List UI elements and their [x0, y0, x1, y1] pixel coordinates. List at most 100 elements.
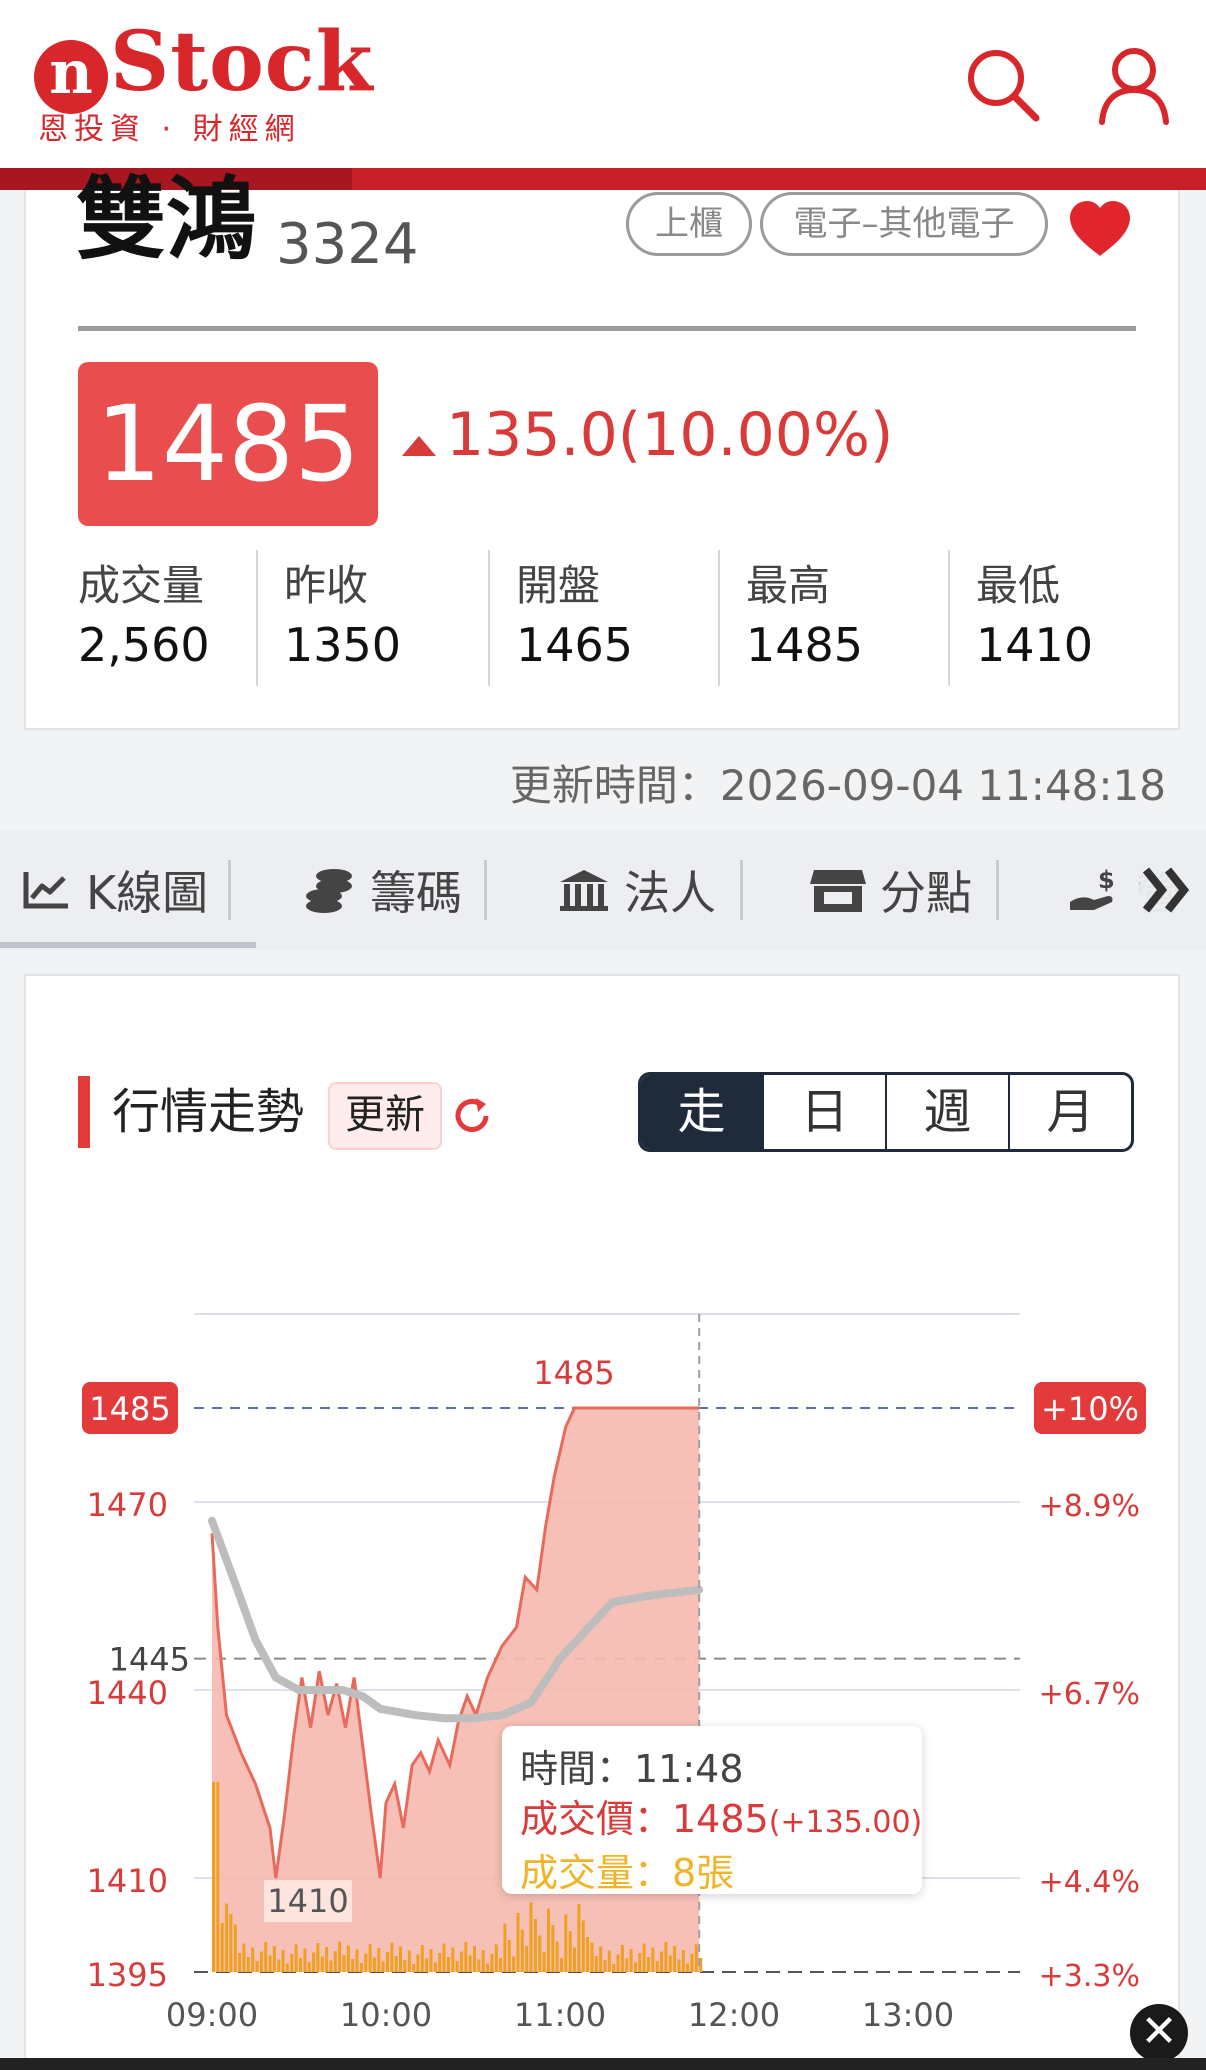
volume-bar	[629, 1949, 633, 1972]
volume-bar	[481, 1950, 485, 1972]
volume-bar	[681, 1950, 685, 1972]
reference-label: 1445	[109, 1641, 190, 1679]
y-tick-label: 1440	[87, 1674, 168, 1712]
volume-bar	[420, 1945, 424, 1972]
volume-bar	[533, 1919, 537, 1972]
volume-bar	[634, 1962, 637, 1972]
volume-bar	[507, 1940, 511, 1972]
volume-bar	[277, 1959, 281, 1972]
volume-bar	[377, 1948, 381, 1972]
close-icon[interactable]: ✕	[1130, 2004, 1188, 2062]
chart-tooltip: 時間：11:48 成交價：1485(+135.00) 成交量：8張	[502, 1726, 922, 1895]
right-tick-label: +8.9%	[1039, 1489, 1140, 1524]
volume-bar	[372, 1957, 376, 1972]
volume-bar	[529, 1902, 533, 1972]
volume-bar	[516, 1913, 520, 1972]
x-tick-label: 12:00	[688, 1996, 780, 2034]
volume-bar	[403, 1960, 407, 1972]
volume-bar	[464, 1942, 468, 1972]
volume-bar	[299, 1958, 302, 1972]
volume-bar	[416, 1954, 420, 1972]
volume-bar	[677, 1959, 681, 1972]
volume-bar	[255, 1961, 259, 1972]
tooltip-price: 成交價：1485(+135.00)	[520, 1794, 922, 1848]
volume-bar	[686, 1963, 690, 1972]
volume-bar	[399, 1946, 402, 1972]
volume-bar	[425, 1958, 429, 1972]
volume-bar	[212, 1782, 215, 1972]
volume-bar	[477, 1959, 481, 1972]
volume-bar	[390, 1942, 394, 1972]
tooltip-time: 時間：11:48	[520, 1747, 744, 1791]
volume-bar	[355, 1949, 359, 1972]
volume-bar	[264, 1942, 268, 1972]
volume-bar	[625, 1958, 629, 1972]
high-label: 1485	[533, 1354, 614, 1392]
volume-bar	[564, 1914, 568, 1972]
volume-bar	[351, 1959, 355, 1972]
volume-bar	[320, 1956, 324, 1972]
volume-bar	[690, 1954, 694, 1972]
volume-bar	[577, 1904, 581, 1972]
volume-bar	[394, 1956, 398, 1972]
volume-bar	[603, 1960, 607, 1972]
x-tick-label: 09:00	[166, 1996, 258, 2034]
volume-bar	[547, 1908, 550, 1972]
volume-bar	[381, 1961, 385, 1972]
volume-bar	[594, 1956, 598, 1972]
volume-bar	[668, 1955, 672, 1972]
volume-bar	[673, 1946, 677, 1972]
volume-bar	[407, 1950, 411, 1972]
volume-bar	[494, 1944, 498, 1972]
volume-bar	[229, 1914, 233, 1972]
volume-bar	[325, 1947, 329, 1972]
volume-bar	[216, 1782, 220, 1972]
volume-bar	[616, 1954, 620, 1972]
volume-bar	[316, 1943, 320, 1972]
volume-bar	[620, 1945, 624, 1972]
volume-bar	[555, 1941, 559, 1972]
right-tick-label: +6.7%	[1039, 1677, 1140, 1712]
volume-bar	[655, 1961, 659, 1972]
volume-bar	[568, 1931, 572, 1972]
x-tick-label: 11:00	[514, 1996, 606, 2034]
volume-bar	[268, 1955, 272, 1972]
y-tick-label: 1395	[87, 1956, 168, 1994]
x-tick-label: 10:00	[340, 1996, 432, 2034]
volume-bar	[294, 1944, 298, 1972]
volume-bar	[586, 1937, 590, 1972]
volume-bar	[412, 1964, 416, 1972]
volume-bar	[512, 1956, 516, 1972]
volume-bar	[525, 1946, 529, 1972]
volume-bar	[651, 1947, 655, 1972]
volume-bar	[281, 1950, 285, 1972]
volume-bar	[560, 1958, 563, 1972]
volume-bar	[290, 1954, 294, 1972]
volume-bar	[551, 1925, 555, 1972]
volume-bar	[359, 1963, 363, 1972]
right-tick-label: +3.3%	[1039, 1959, 1140, 1994]
volume-bar	[238, 1953, 242, 1972]
volume-bar	[642, 1943, 646, 1972]
volume-bar	[446, 1957, 450, 1972]
volume-bar	[520, 1929, 524, 1972]
volume-bar	[220, 1923, 224, 1972]
volume-bar	[329, 1960, 333, 1972]
volume-bar	[433, 1962, 437, 1972]
volume-bar	[607, 1950, 611, 1972]
volume-bar	[542, 1952, 546, 1972]
volume-bar	[590, 1942, 594, 1972]
volume-bar	[364, 1953, 368, 1972]
volume-bar	[429, 1949, 433, 1972]
volume-bar	[303, 1948, 307, 1972]
volume-bar	[660, 1951, 663, 1972]
volume-bar	[647, 1957, 650, 1972]
volume-bar	[612, 1964, 616, 1972]
volume-bar	[307, 1962, 311, 1972]
tooltip-volume: 成交量：8張	[520, 1851, 735, 1895]
y-tick-label: 1485	[89, 1390, 170, 1428]
volume-bar	[486, 1963, 490, 1972]
volume-bar	[451, 1947, 455, 1972]
right-tick-label: +10%	[1041, 1390, 1139, 1428]
volume-bar	[312, 1952, 316, 1972]
